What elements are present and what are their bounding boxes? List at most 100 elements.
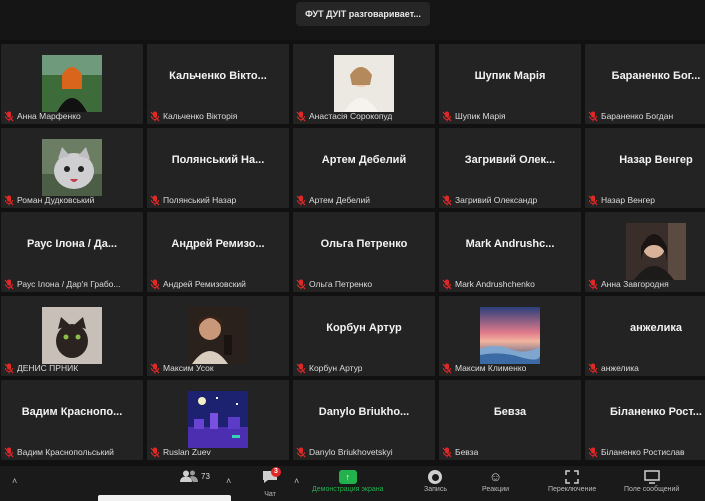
gallery-grid: Анна Марфенко Кальченко Вікто... Кальченко… <box>1 44 705 462</box>
mic-muted-icon <box>150 195 160 206</box>
participant-name: анжелика <box>601 363 639 373</box>
participant-name: Загривий Олександр <box>455 195 538 205</box>
participant-display-name: анжелика <box>630 322 682 334</box>
participant-display-name: Раус Ілона / Да... <box>27 238 117 250</box>
participant-tile[interactable]: Анна Завгородня <box>585 212 705 292</box>
share-screen-icon: ↑ <box>338 470 357 484</box>
reactions-button[interactable]: ☺ Реакции <box>482 469 509 494</box>
participant-photo <box>42 307 102 364</box>
message-field-button[interactable]: Поле сообщений <box>624 470 679 493</box>
mic-muted-icon <box>442 279 452 290</box>
chat-button[interactable]: 3 Чат <box>262 467 281 498</box>
participant-photo <box>480 307 540 364</box>
participant-tile[interactable]: Ольга Петренко Ольга Петренко <box>293 212 435 292</box>
participant-tile[interactable]: Біланенко Рост... Біланенко Ростислав <box>585 380 705 460</box>
mic-muted-icon <box>150 111 160 122</box>
mic-muted-icon <box>588 363 598 374</box>
smiley-icon: ☺ <box>488 469 503 484</box>
message-field-label: Поле сообщений <box>624 486 680 493</box>
participant-tile[interactable]: Максим Усок <box>147 296 289 376</box>
participant-display-name: Бевза <box>493 406 527 418</box>
participant-name: Назар Венгер <box>601 195 655 205</box>
chevron-up-icon[interactable]: ˄ <box>12 476 17 486</box>
participant-name-label: Анна Завгородня <box>588 278 669 290</box>
mic-muted-icon <box>588 279 598 290</box>
switch-icon <box>565 470 579 484</box>
participants-button[interactable]: 73 <box>180 470 210 482</box>
mic-muted-icon <box>588 195 598 206</box>
participant-name: Бараненко Богдан <box>601 111 674 121</box>
participant-tile[interactable]: Раус Ілона / Да... Раус Ілона / Дар'я Гра… <box>1 212 143 292</box>
participant-name-label: Полянський Назар <box>150 194 236 206</box>
participant-tile[interactable]: Вадим Краснопо... Вадим Краснопольський <box>1 380 143 460</box>
participant-tile[interactable]: Максим Клименко <box>439 296 581 376</box>
participant-tile[interactable]: Бевза Бевза <box>439 380 581 460</box>
participant-tile[interactable]: Danylo Briukho... Danylo Briukhovetskyi <box>293 380 435 460</box>
participant-display-name: Корбун Артур <box>326 322 402 334</box>
participant-name-label: Назар Венгер <box>588 194 655 206</box>
participant-name: Бевза <box>455 447 479 457</box>
monitor-icon <box>643 470 660 484</box>
mic-muted-icon <box>442 363 452 374</box>
mic-muted-icon <box>4 363 14 374</box>
participant-name-label: Раус Ілона / Дар'я Грабо... <box>4 278 121 290</box>
participant-tile[interactable]: Анастасія Сорокопуд <box>293 44 435 124</box>
participant-name: Корбун Артур <box>309 363 363 373</box>
participant-tile[interactable]: Mark Andrushc... Mark Andrushchenko <box>439 212 581 292</box>
record-label: Запись <box>424 486 447 493</box>
participant-name-label: Кальченко Вікторія <box>150 110 237 122</box>
participant-tile[interactable]: Корбун Артур Корбун Артур <box>293 296 435 376</box>
participant-name-label: анжелика <box>588 362 639 374</box>
participant-name-label: Бараненко Богдан <box>588 110 673 122</box>
participant-tile[interactable]: Ruslan Zuev <box>147 380 289 460</box>
participant-name-label: Роман Дудковський <box>4 194 94 206</box>
participant-name: Полянський Назар <box>163 195 237 205</box>
participant-tile[interactable]: анжелика анжелика <box>585 296 705 376</box>
participant-tile[interactable]: Анна Марфенко <box>1 44 143 124</box>
participant-name: Ольга Петренко <box>309 279 373 289</box>
participant-tile[interactable]: Загривий Олек... Загривий Олександр <box>439 128 581 208</box>
share-screen-button[interactable]: ↑ Демонстрация экрана <box>312 470 384 493</box>
participant-tile[interactable]: Полянський На... Полянський Назар <box>147 128 289 208</box>
participant-name-label: Danylo Briukhovetskyi <box>296 446 393 458</box>
participant-tile[interactable]: Кальченко Вікто... Кальченко Вікторія <box>147 44 289 124</box>
participant-display-name: Біланенко Рост... <box>610 406 702 418</box>
participant-name-label: Анастасія Сорокопуд <box>296 110 392 122</box>
chevron-up-icon[interactable]: ˄ <box>294 476 299 486</box>
switch-view-button[interactable]: Переключение <box>548 470 596 493</box>
chat-unread-badge: 3 <box>271 467 281 477</box>
participant-name-label: Загривий Олександр <box>442 194 537 206</box>
participant-name-label: Біланенко Ростислав <box>588 446 685 458</box>
participant-name-label: Бевза <box>442 446 478 458</box>
participant-name-label: Вадим Краснопольський <box>4 446 114 458</box>
participant-tile[interactable]: Андрей Ремизо... Андрей Ремизовский <box>147 212 289 292</box>
participant-tile[interactable]: Бараненко Бог... Бараненко Богдан <box>585 44 705 124</box>
participant-tile[interactable]: ДЕНИС ПРНИК <box>1 296 143 376</box>
participant-name: Анна Завгородня <box>601 279 669 289</box>
participant-name: Шупик Марія <box>455 111 506 121</box>
participant-name: Ruslan Zuev <box>163 447 211 457</box>
participant-name: Вадим Краснопольський <box>17 447 114 457</box>
participant-display-name: Шупик Марія <box>474 70 546 82</box>
participant-tile[interactable]: Роман Дудковський <box>1 128 143 208</box>
participant-name: Максим Усок <box>163 363 214 373</box>
participant-name-label: Mark Andrushchenko <box>442 278 535 290</box>
participant-name-label: Корбун Артур <box>296 362 362 374</box>
participant-display-name: Артем Дебелий <box>321 154 407 166</box>
participant-tile[interactable]: Шупик Марія Шупик Марія <box>439 44 581 124</box>
record-icon <box>428 470 443 484</box>
participant-photo <box>188 307 248 364</box>
mic-muted-icon <box>150 279 160 290</box>
people-icon <box>180 470 198 482</box>
chevron-up-icon[interactable]: ˄ <box>226 476 231 486</box>
participant-tile[interactable]: Назар Венгер Назар Венгер <box>585 128 705 208</box>
participant-name: Біланенко Ростислав <box>601 447 685 457</box>
participant-name-label: Максим Усок <box>150 362 214 374</box>
participant-tile[interactable]: Артем Дебелий Артем Дебелий <box>293 128 435 208</box>
record-button[interactable]: Запись <box>424 470 447 493</box>
participants-count: 73 <box>201 471 210 481</box>
chat-label: Чат <box>264 491 276 498</box>
mic-muted-icon <box>296 447 306 458</box>
participant-name-label: ДЕНИС ПРНИК <box>4 362 78 374</box>
participant-photo <box>42 55 102 112</box>
